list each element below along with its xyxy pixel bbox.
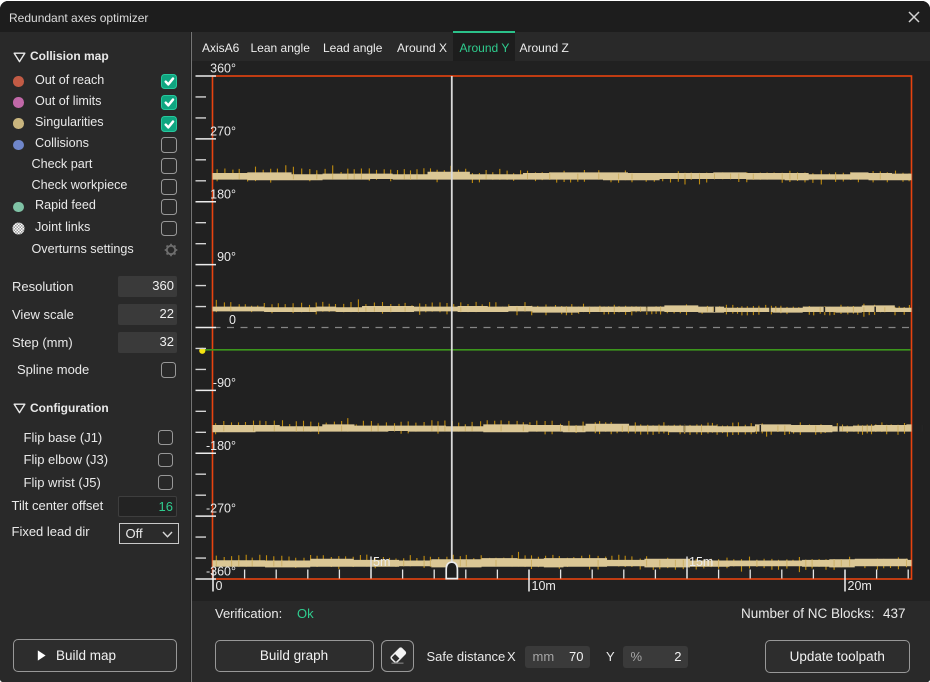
svg-text:-180°: -180° bbox=[206, 439, 236, 453]
svg-text:0: 0 bbox=[216, 579, 223, 593]
svg-text:90°: 90° bbox=[217, 250, 236, 264]
svg-text:10m: 10m bbox=[532, 579, 556, 593]
svg-text:-90°: -90° bbox=[213, 376, 236, 390]
svg-text:270°: 270° bbox=[210, 124, 236, 138]
svg-text:180°: 180° bbox=[210, 187, 236, 201]
svg-text:5m: 5m bbox=[373, 555, 390, 569]
svg-text:20m: 20m bbox=[848, 579, 872, 593]
svg-text:15m: 15m bbox=[689, 555, 713, 569]
svg-text:360°: 360° bbox=[210, 62, 236, 76]
svg-text:0: 0 bbox=[229, 313, 236, 327]
svg-text:-360°: -360° bbox=[206, 565, 236, 579]
svg-text:-270°: -270° bbox=[206, 502, 236, 516]
